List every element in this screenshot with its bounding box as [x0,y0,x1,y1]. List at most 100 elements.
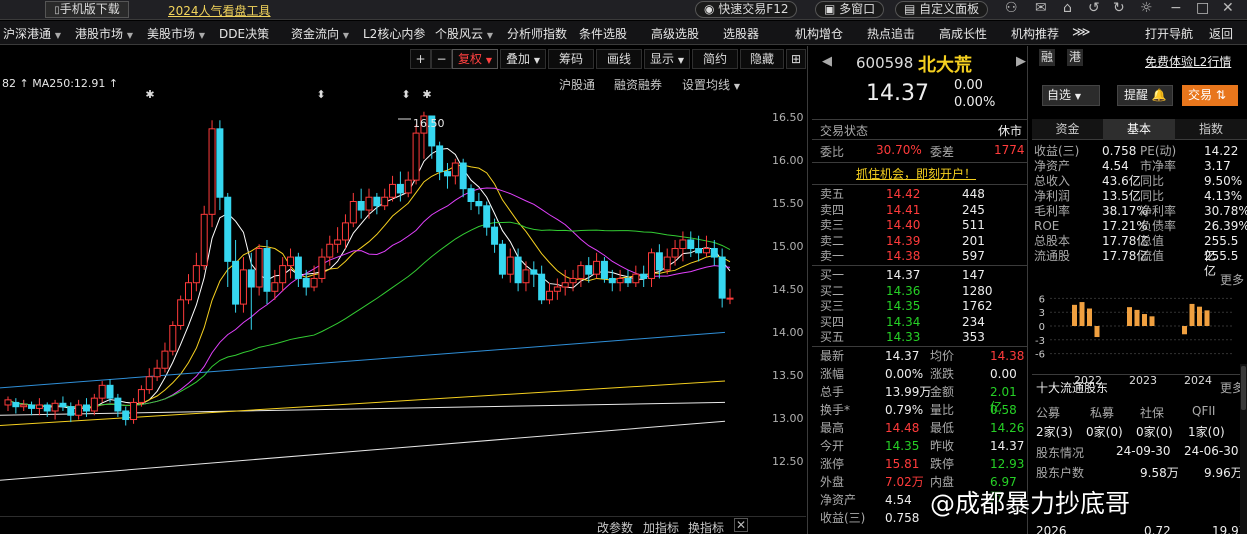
nav-item-capital-flow[interactable]: 资金流向 ▼ [291,25,349,42]
nav-item-inst-rec[interactable]: 机构推荐 [1011,25,1059,42]
candle-body [12,401,20,408]
nav-item-advanced[interactable]: 高级选股 [651,25,699,42]
maximize-icon[interactable]: □ [1196,0,1209,16]
watchlist-dropdown[interactable]: 自选 ▼ [1042,85,1100,106]
candle-body [137,389,145,403]
bid-level-label: 买一 [820,268,845,282]
stat-label: 净资产 [820,493,857,507]
candle-body [702,248,710,254]
candle-body [443,171,451,177]
candle-body [483,205,491,228]
trade-button[interactable]: 交易 ⇅ [1182,85,1238,106]
more-link[interactable]: 更多 [1220,271,1244,288]
candle-body [695,248,703,254]
stat-label: 外盘 [820,475,845,489]
mobile-download-button[interactable]: ▯手机版下载 [45,1,129,18]
price-change-pct: 0.00% [954,95,996,110]
holders-title: 十大流通股东 [1036,381,1109,395]
holder-col-fund: 公募 [1036,406,1061,420]
home-icon[interactable]: ⌂ [1063,0,1072,16]
nav-item-hk[interactable]: 港股市场 ▼ [75,25,133,42]
close-indicator-icon[interactable]: ✕ [734,518,748,532]
event-marker: ⬍ [316,88,325,101]
candle-body [90,397,98,412]
high-price-label: 16.50 [413,117,445,130]
fundamental-label: 净资产 [1034,159,1071,173]
nav-item-selector[interactable]: 选股器 [723,25,759,42]
stat-row: 换手* 0.79% 量比 0.58 [812,403,1028,418]
candle-body [349,201,357,224]
nav-item-hotspot[interactable]: 热点追击 [867,25,915,42]
candle-body [161,350,169,369]
prev-stock-icon[interactable]: ◀ [822,54,832,69]
holder-info-label: 股东情况 [1036,446,1085,460]
candle-body [671,248,679,258]
forward-icon[interactable]: ↻ [1113,0,1125,16]
scrollbar[interactable] [1240,364,1247,534]
remind-button[interactable]: 提醒 🔔 [1117,85,1173,106]
bid-price: 14.33 [886,330,921,344]
fundamental-label: 总收入 [1034,174,1071,188]
candle-body [467,188,475,203]
candle-body [687,239,695,250]
nav-item-l2[interactable]: L2核心内参 [363,25,425,42]
margin-button[interactable]: 融 [1039,49,1055,66]
edit-params-button[interactable]: 改参数 [597,519,633,534]
tab-index[interactable]: 指数 [1175,119,1247,140]
earnings-bar [1127,307,1132,326]
bid-level-label: 买三 [820,299,845,313]
bid-volume: 353 [962,330,985,344]
kline-chart-panel[interactable]: 82 ↑ MA250:12.91 ↑ + − 复权 ▼ 叠加 ▼ 筹码 画线 显… [0,46,808,534]
user-icon[interactable]: ⚇ [1005,0,1018,16]
quick-trade-button[interactable]: ◉ 快速交易F12 [695,1,798,18]
back-button[interactable]: 返回 [1209,25,1233,42]
bar-y-tick: 0 [1039,322,1045,333]
holder-col-private: 私募 [1090,406,1115,420]
nav-item-condition[interactable]: 条件选股 [579,25,627,42]
bid-level-label: 买四 [820,314,845,329]
fundamental-value: 30.78% [1204,204,1247,218]
candle-body [506,256,514,275]
nav-item-inst-add[interactable]: 机构增仓 [795,25,843,42]
nav-more-icon[interactable]: ⋙ [1072,25,1091,40]
bid-level-label: 买五 [820,330,845,344]
nav-item-growth[interactable]: 高成长性 [939,25,987,42]
tab-capital[interactable]: 资金 [1032,119,1103,140]
nav-item-hsgt[interactable]: 沪深港通 ▼ [3,25,61,42]
stat-value: 0.58 [990,403,1017,417]
tab-basic[interactable]: 基本 [1103,119,1175,140]
bid-row: 买五 14.33 353 [812,330,1028,345]
back-icon[interactable]: ↺ [1088,0,1100,16]
switch-indicator-button[interactable]: 换指标 [688,519,724,534]
multi-window-button[interactable]: ▣ 多窗口 [815,1,885,18]
candle-body [632,273,640,284]
candle-body [381,196,389,207]
ask-level-label: 卖一 [820,249,845,263]
holder-count-1: 9.58万 [1140,466,1179,480]
theme-icon[interactable]: ☼ [1140,0,1153,16]
open-account-banner[interactable]: 抓住机会，即刻开户！ [856,165,976,182]
candle-body [640,273,648,279]
stock-name: 北大荒 [918,55,972,76]
next-stock-icon[interactable]: ▶ [1016,54,1026,69]
fundamental-row: 净资产 4.54 市净率 3.17 [1032,159,1247,174]
fundamental-label: 净利润 [1034,189,1071,203]
holder-val-fund: 2家(3) [1036,425,1073,439]
nav-item-us[interactable]: 美股市场 ▼ [147,25,205,42]
nav-item-dde[interactable]: DDE决策 [219,25,269,42]
hk-button[interactable]: 港 [1067,49,1083,66]
nav-item-analyst[interactable]: 分析师指数 [507,25,567,42]
open-nav-button[interactable]: 打开导航 [1145,25,1193,42]
mail-icon[interactable]: ✉ [1035,0,1047,16]
minimize-icon[interactable]: − [1170,0,1182,16]
promo-link[interactable]: 2024人气看盘工具 [168,2,271,19]
earnings-bar [1072,304,1077,326]
custom-panel-button[interactable]: ▤ 自定义面板 [895,1,989,18]
l2-trial-link[interactable]: 免费体验L2行情 [1145,53,1231,70]
nav-item-stock-news[interactable]: 个股风云 ▼ [435,25,493,42]
close-icon[interactable]: ✕ [1222,0,1234,16]
add-indicator-button[interactable]: 加指标 [643,519,679,534]
candle-body [679,239,687,250]
fundamental-value: 4.54 [1102,159,1129,173]
fundamental-row: 总收入 43.6亿 同比 9.50% [1032,174,1247,189]
